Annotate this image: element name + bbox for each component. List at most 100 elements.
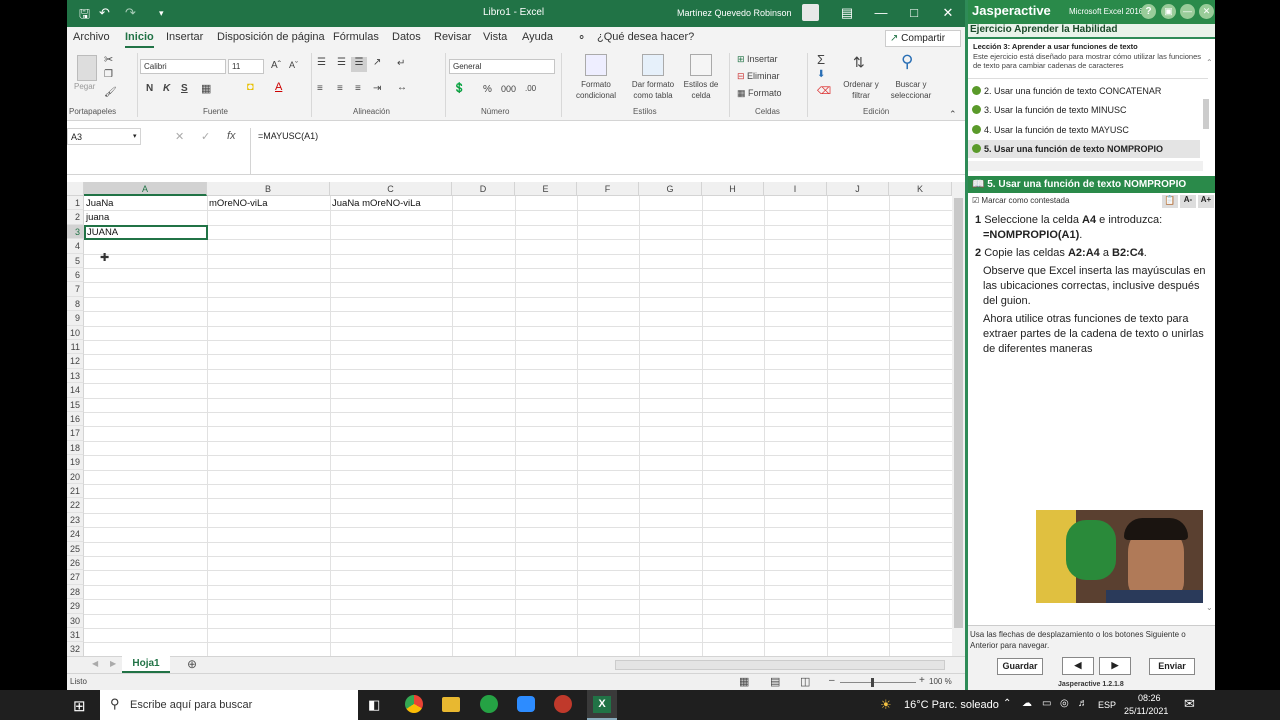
align-top-icon[interactable]: ☰ <box>317 57 326 68</box>
row-header[interactable]: 32 <box>67 642 84 656</box>
cell-A1[interactable]: JuaNa <box>86 197 113 211</box>
undo-icon[interactable]: ↶ <box>99 5 110 21</box>
column-header[interactable]: K <box>889 182 952 196</box>
format-table-label[interactable]: Dar formato como tabla <box>625 79 681 101</box>
row-header[interactable]: 10 <box>67 325 84 340</box>
align-center-icon[interactable]: ≡ <box>337 83 343 94</box>
row-header[interactable]: 2 <box>67 210 84 225</box>
cancel-icon[interactable]: ✕ <box>175 130 184 143</box>
zoom-out-icon[interactable]: – <box>829 675 835 686</box>
conditional-format-label[interactable]: Formato condicional <box>567 79 625 101</box>
language-indicator[interactable]: ESP <box>1098 700 1116 710</box>
cell-styles-icon[interactable] <box>690 54 712 76</box>
merge-icon[interactable]: ↔ <box>397 82 407 93</box>
fill-icon[interactable]: ⬇ <box>817 69 825 80</box>
cell-C1[interactable]: JuaNa mOreNO-viLa <box>332 197 421 211</box>
clock-time[interactable]: 08:26 <box>1138 693 1161 703</box>
insert-function-icon[interactable]: fx <box>227 130 236 142</box>
column-header[interactable]: H <box>702 182 764 196</box>
ribbon-display-icon[interactable]: ▤ <box>830 3 864 23</box>
clear-icon[interactable]: ⌫ <box>817 86 831 97</box>
autosum-icon[interactable]: Σ <box>817 52 825 67</box>
cut-icon[interactable]: ✂ <box>104 53 113 66</box>
close-icon[interactable]: ✕ <box>931 3 965 23</box>
zoom-slider-thumb[interactable] <box>871 678 874 687</box>
align-bottom-icon[interactable]: ☰ <box>351 57 367 72</box>
row-header[interactable]: 3 <box>67 224 84 240</box>
tab-revisar[interactable]: Revisar <box>434 31 471 43</box>
taskbar-search[interactable]: ⚲ Escribe aquí para buscar <box>100 690 358 720</box>
tab-formulas[interactable]: Fórmulas <box>333 31 379 43</box>
tab-archivo[interactable]: Archivo <box>73 31 110 43</box>
format-cells-button[interactable]: ▦ Formato <box>737 88 782 99</box>
copy-text-icon[interactable]: 📋 <box>1162 195 1178 208</box>
tab-disposicion[interactable]: Disposición de página <box>217 31 325 43</box>
row-header[interactable]: 1 <box>67 196 84 211</box>
font-increase-button[interactable]: A+ <box>1198 195 1214 208</box>
font-name-select[interactable]: Calibri <box>140 59 226 74</box>
cell-A2[interactable]: juana <box>86 211 109 225</box>
zoom-slider[interactable] <box>840 682 916 683</box>
fill-color-icon[interactable]: ◘ <box>247 81 254 93</box>
row-header[interactable]: 4 <box>67 239 84 254</box>
help-icon[interactable]: ? <box>1141 4 1156 19</box>
row-header[interactable]: 16 <box>67 412 84 427</box>
align-right-icon[interactable]: ≡ <box>355 83 361 94</box>
save-button[interactable]: Guardar <box>997 658 1043 675</box>
increase-decimal-icon[interactable]: .00 <box>525 84 536 93</box>
bold-button[interactable]: N <box>146 83 153 94</box>
zoom-app-icon[interactable] <box>517 696 535 712</box>
row-header[interactable]: 12 <box>67 354 84 369</box>
list-item-active[interactable]: 5. Usar una función de texto NOMPROPIO <box>968 140 1200 158</box>
scrollbar-thumb[interactable] <box>954 198 963 628</box>
row-header[interactable]: 19 <box>67 455 84 470</box>
delete-cells-button[interactable]: ⊟ Eliminar <box>737 71 780 82</box>
next-sheet-icon[interactable]: ▶ <box>110 659 116 668</box>
comma-icon[interactable]: 000 <box>501 84 516 94</box>
row-header[interactable]: 6 <box>67 268 84 283</box>
find-select-label[interactable]: Buscar y seleccionar <box>885 79 937 101</box>
format-table-icon[interactable] <box>642 54 664 76</box>
mark-answered-checkbox[interactable]: ☑ Marcar como contestada <box>972 196 1069 205</box>
column-header[interactable]: B <box>207 182 330 196</box>
list-item[interactable]: 4. Usar la función de texto MAYUSC <box>972 125 1129 135</box>
copy-icon[interactable]: ❐ <box>104 69 113 80</box>
row-header[interactable]: 9 <box>67 311 84 326</box>
select-all-corner[interactable] <box>67 182 84 196</box>
tab-vista[interactable]: Vista <box>483 31 507 43</box>
minimize-panel-icon[interactable]: — <box>1180 4 1195 19</box>
list-hscrollbar[interactable] <box>968 161 1203 171</box>
battery-icon[interactable]: ▭ <box>1042 698 1051 709</box>
search-icon[interactable]: ⚲ <box>901 52 913 72</box>
sort-filter-icon[interactable]: ⇅ <box>853 54 865 71</box>
zoom-in-icon[interactable]: + <box>919 675 925 686</box>
column-header[interactable]: F <box>577 182 639 196</box>
shrink-font-icon[interactable]: Aˇ <box>289 60 298 70</box>
zoom-level[interactable]: 100 % <box>929 677 952 686</box>
align-left-icon[interactable]: ≡ <box>317 83 323 94</box>
page-break-icon[interactable]: ◫ <box>800 675 810 688</box>
whatsapp-icon[interactable] <box>480 695 498 713</box>
row-header[interactable]: 31 <box>67 628 84 643</box>
row-header[interactable]: 7 <box>67 282 84 297</box>
sort-filter-label[interactable]: Ordenar y filtrar <box>837 79 885 101</box>
cloud-icon[interactable]: ☁ <box>1022 698 1032 709</box>
task-view-icon[interactable]: ◧ <box>368 697 380 713</box>
paste-icon[interactable] <box>77 55 97 81</box>
wifi-icon[interactable]: ◎ <box>1060 698 1069 709</box>
row-header[interactable]: 8 <box>67 296 84 312</box>
font-color-icon[interactable]: A <box>275 81 282 93</box>
excel-taskbar-button[interactable]: X <box>587 690 617 720</box>
vertical-scrollbar[interactable] <box>952 182 965 656</box>
currency-icon[interactable]: 💲 <box>453 83 465 94</box>
prev-sheet-icon[interactable]: ◀ <box>92 659 98 668</box>
row-header[interactable]: 21 <box>67 484 84 499</box>
row-header[interactable]: 25 <box>67 541 84 556</box>
indent-icon[interactable]: ⇥ <box>373 83 381 94</box>
restore-icon[interactable]: ▣ <box>1161 4 1176 19</box>
row-header[interactable]: 13 <box>67 368 84 384</box>
cell-styles-label[interactable]: Estilos de celda <box>679 79 723 101</box>
wrap-text-icon[interactable]: ↵ <box>397 58 405 69</box>
align-middle-icon[interactable]: ☰ <box>337 57 346 68</box>
font-decrease-button[interactable]: A- <box>1180 195 1196 208</box>
